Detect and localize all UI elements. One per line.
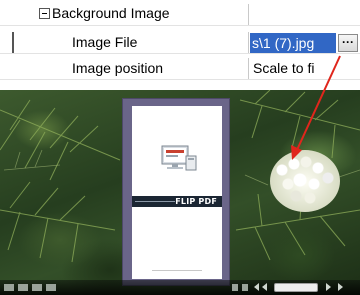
property-row-image-file[interactable]: Image File s\1 (7).jpg ···	[0, 32, 360, 54]
row-divider	[0, 25, 360, 26]
selected-row-marker	[12, 32, 14, 54]
category-label: Background Image	[52, 5, 170, 21]
toolbar-button[interactable]	[46, 284, 56, 291]
toolbar-button[interactable]	[232, 284, 238, 291]
column-divider	[248, 4, 249, 26]
property-row-image-position[interactable]: Image position Scale to fi	[0, 58, 360, 80]
column-divider	[248, 32, 249, 54]
image-file-value-input[interactable]: s\1 (7).jpg	[250, 33, 336, 53]
background-preview: FLIP PDF	[0, 90, 360, 295]
page-number-field[interactable]	[274, 283, 318, 292]
toolbar-button[interactable]	[18, 284, 28, 291]
toolbar-button[interactable]	[242, 284, 248, 291]
toolbar-button[interactable]	[32, 284, 42, 291]
category-row-background-image[interactable]: Background Image	[0, 4, 360, 26]
row-divider	[0, 79, 360, 80]
white-flower-image	[270, 150, 340, 212]
image-position-value-select[interactable]: Scale to fi	[253, 60, 314, 76]
column-divider	[248, 58, 249, 80]
flipbook-preview[interactable]: FLIP PDF	[122, 98, 230, 286]
computer-icon	[161, 145, 197, 171]
first-page-icon[interactable]	[254, 283, 259, 291]
next-page-icon[interactable]	[326, 283, 331, 291]
property-grid: Background Image Image File s\1 (7).jpg …	[0, 0, 360, 88]
page-footer-line	[152, 270, 202, 271]
flipbook-toolbar	[0, 280, 360, 295]
last-page-icon[interactable]	[338, 283, 343, 291]
toolbar-button[interactable]	[4, 284, 14, 291]
property-name: Image position	[72, 60, 164, 76]
banner-subtitle-line	[135, 199, 175, 204]
property-name: Image File	[72, 34, 138, 50]
book-cover-page: FLIP PDF	[132, 106, 222, 279]
browse-button[interactable]: ···	[338, 34, 358, 52]
banner-text: FLIP PDF	[175, 197, 217, 206]
collapse-minus-icon[interactable]	[39, 8, 50, 19]
row-divider	[0, 53, 360, 54]
prev-page-icon[interactable]	[262, 283, 267, 291]
book-banner: FLIP PDF	[132, 196, 222, 207]
